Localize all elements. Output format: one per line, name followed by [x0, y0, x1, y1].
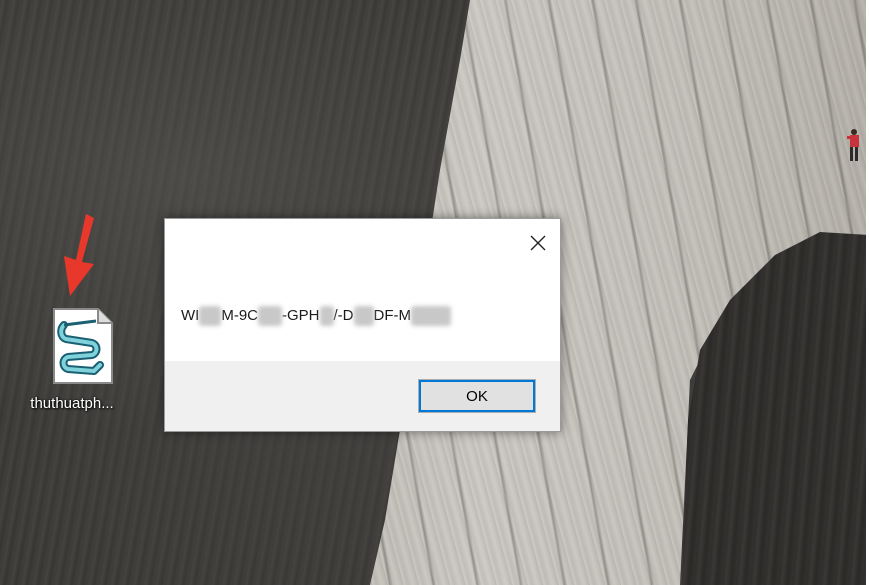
close-icon: [530, 235, 546, 251]
key-segment: WI: [181, 307, 200, 324]
red-arrow-icon: [64, 214, 94, 296]
key-segment: -GPH: [282, 307, 320, 324]
ok-button[interactable]: OK: [418, 379, 536, 413]
desktop-icon-label: thuthuatph...: [30, 395, 114, 412]
script-file-icon: [53, 308, 113, 384]
redacted-block: [258, 306, 282, 327]
key-segment: /-D: [333, 307, 354, 324]
license-key-text: WI M-9C -GPH /-D DF-M: [181, 305, 451, 327]
desktop-file-icon[interactable]: thuthuatph...: [12, 305, 132, 420]
key-segment: M-9C: [221, 307, 258, 324]
close-button[interactable]: [526, 231, 550, 255]
desktop: thuthuatph... WI M-9C -GPH /-D DF-M OK: [0, 0, 869, 585]
dialog-footer: OK: [165, 361, 560, 431]
key-segment: DF-M: [373, 307, 412, 324]
redacted-block: [199, 306, 222, 327]
message-box-dialog: WI M-9C -GPH /-D DF-M OK: [164, 218, 561, 432]
redacted-block: [411, 306, 451, 327]
redacted-block: [319, 306, 334, 327]
redacted-block: [353, 306, 374, 327]
climber-figure: [847, 129, 859, 161]
